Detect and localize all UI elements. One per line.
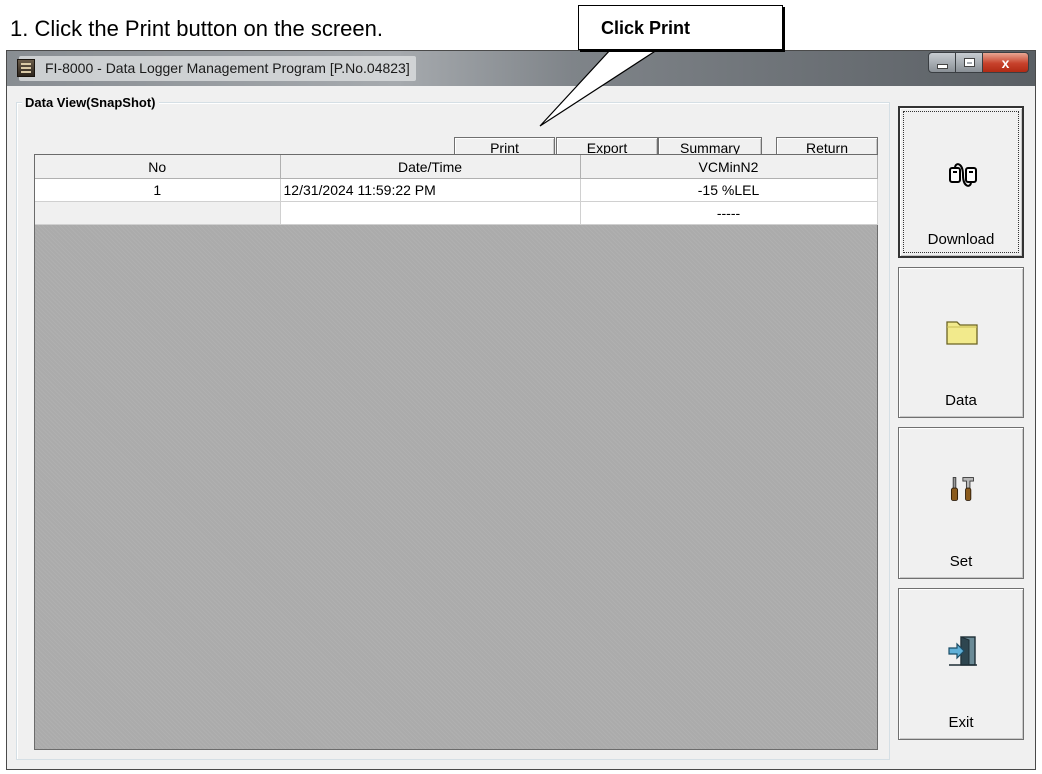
table-row[interactable]: ----- (35, 201, 878, 225)
window-controls: x (928, 52, 1029, 74)
close-button[interactable]: x (983, 52, 1029, 73)
data-view-legend: Data View(SnapShot) (22, 95, 159, 110)
data-button[interactable]: Data (898, 267, 1024, 418)
folder-icon (946, 321, 978, 345)
column-header-no[interactable]: No (35, 155, 281, 179)
window-title-label: FI-8000 - Data Logger Management Program… (19, 56, 416, 81)
connector-icon (949, 163, 977, 187)
app-window: FI-8000 - Data Logger Management Program… (6, 50, 1036, 770)
window-title: FI-8000 - Data Logger Management Program… (45, 60, 410, 76)
column-header-datetime[interactable]: Date/Time (280, 155, 581, 179)
minimize-button[interactable] (928, 52, 956, 73)
instruction-text: 1. Click the Print button on the screen. (10, 16, 383, 41)
cell-datetime[interactable] (280, 201, 581, 225)
cell-no[interactable] (35, 201, 281, 225)
cell-no[interactable]: 1 (35, 178, 281, 202)
table-row[interactable]: 1 12/31/2024 11:59:22 PM -15 %LEL (35, 178, 878, 202)
callout-box: Click Print (578, 5, 783, 50)
exit-button[interactable]: Exit (898, 588, 1024, 740)
callout-text: Click Print (601, 18, 691, 38)
exit-door-icon (948, 636, 977, 666)
header-row: No Date/Time VCMinN2 (35, 155, 878, 179)
maximize-icon (963, 58, 975, 67)
maximize-button[interactable] (956, 52, 983, 73)
column-header-vcminn2[interactable]: VCMinN2 (580, 155, 878, 179)
minimize-icon (936, 64, 948, 69)
cell-value[interactable]: -15 %LEL (580, 178, 878, 202)
client-area: Data View(SnapShot) Print Export Summary… (10, 86, 1032, 766)
download-button[interactable]: Download (898, 106, 1024, 258)
download-label: Download (927, 231, 995, 248)
data-label: Data (945, 392, 977, 409)
tools-icon (950, 477, 974, 501)
title-bar[interactable]: FI-8000 - Data Logger Management Program… (7, 51, 1035, 86)
data-grid[interactable]: No Date/Time VCMinN2 1 12/31/2024 11:59:… (34, 154, 878, 750)
cell-datetime[interactable]: 12/31/2024 11:59:22 PM (280, 178, 581, 202)
cell-value[interactable]: ----- (580, 201, 878, 225)
set-label: Set (949, 553, 973, 570)
data-table: No Date/Time VCMinN2 1 12/31/2024 11:59:… (35, 155, 878, 225)
close-icon: x (1001, 54, 1010, 71)
set-button[interactable]: Set (898, 427, 1024, 579)
exit-label: Exit (948, 714, 974, 731)
app-icon[interactable] (17, 59, 35, 77)
